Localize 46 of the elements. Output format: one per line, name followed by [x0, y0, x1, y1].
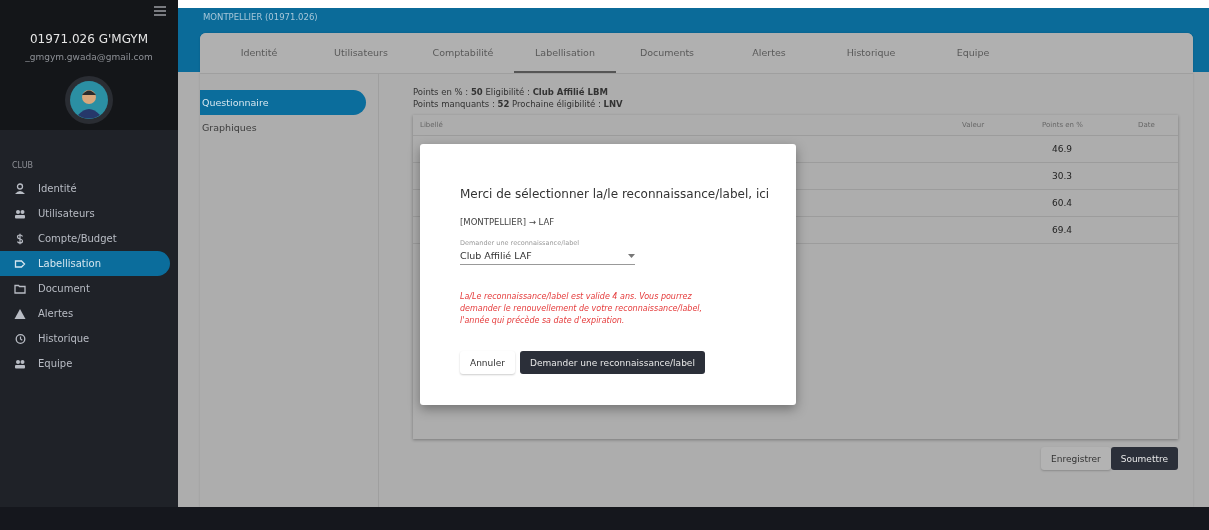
sidebar-item[interactable]: Identité — [0, 176, 170, 201]
validity-notice: La/Le reconnaissance/label est valide 4 ans. Vous pourrez demander le renouvellement de votre reconnaissance/label, l'année qui précède sa date d'expiration. — [460, 291, 704, 327]
table-cell-text: 30.3 — [1051, 170, 1074, 183]
cancel-button[interactable]: Annuler — [460, 351, 515, 374]
save-button[interactable]: Enregistrer — [1041, 447, 1111, 470]
sidebar-item[interactable]: Labellisation — [0, 251, 170, 276]
tab[interactable]: Identité — [208, 33, 310, 73]
tag-icon — [14, 257, 26, 270]
dialog-title: Merci de sélectionner la/le reconnaissance/label, ici — [460, 187, 771, 201]
tab[interactable]: Historique — [820, 33, 922, 73]
sidebar-item[interactable]: Utilisateurs — [0, 201, 170, 226]
person-icon — [14, 182, 26, 195]
menu-icon[interactable] — [154, 6, 166, 16]
section-label: CLUB — [12, 161, 34, 170]
group-icon — [14, 357, 26, 370]
sidebar-item[interactable]: Alertes — [0, 301, 170, 326]
avatar-icon — [70, 81, 108, 119]
dollar-icon — [14, 232, 26, 245]
sidebar-item[interactable]: Equipe — [0, 351, 170, 376]
table-cell-text: 69.4 — [1051, 224, 1074, 237]
sidebar-item[interactable]: Document — [0, 276, 170, 301]
tab[interactable]: Equipe — [922, 33, 1024, 73]
tab[interactable]: Comptabilité — [412, 33, 514, 73]
sidebar-item[interactable]: Compte/Budget — [0, 226, 170, 251]
header-subtitle: MONTPELLIER (01971.026) — [203, 12, 319, 24]
history-icon — [14, 332, 26, 345]
group-icon — [14, 207, 26, 220]
tab[interactable]: Alertes — [718, 33, 820, 73]
request-button[interactable]: Demander une reconnaissance/label — [520, 351, 705, 374]
subnav-item[interactable]: Questionnaire — [200, 90, 366, 115]
summary-line: Points en % : 50 Eligibilité : Club Affilié LBM — [413, 86, 609, 98]
user-name: 01971.026 G'MGYM — [29, 32, 148, 46]
user-email: _gmgym.gwada@gmail.com — [25, 52, 153, 62]
tab[interactable]: Utilisateurs — [310, 33, 412, 73]
warning-icon — [14, 307, 26, 320]
submit-button[interactable]: Soumettre — [1110, 447, 1178, 470]
sidebar-item[interactable]: Historique — [0, 326, 170, 351]
subnav-item[interactable]: Graphiques — [200, 115, 366, 140]
table-cell-text: 60.4 — [1051, 197, 1074, 210]
tab[interactable]: Documents — [616, 33, 718, 73]
tab[interactable]: Labellisation — [514, 33, 616, 73]
table-cell-text: 46.9 — [1051, 143, 1074, 156]
folder-icon — [14, 282, 26, 295]
caret-icon — [628, 253, 635, 258]
summary-line: Points manquants : 52 Prochaine éligibilité : LNV — [413, 98, 624, 110]
route-text: [MONTPELLIER] → LAF — [460, 217, 556, 227]
